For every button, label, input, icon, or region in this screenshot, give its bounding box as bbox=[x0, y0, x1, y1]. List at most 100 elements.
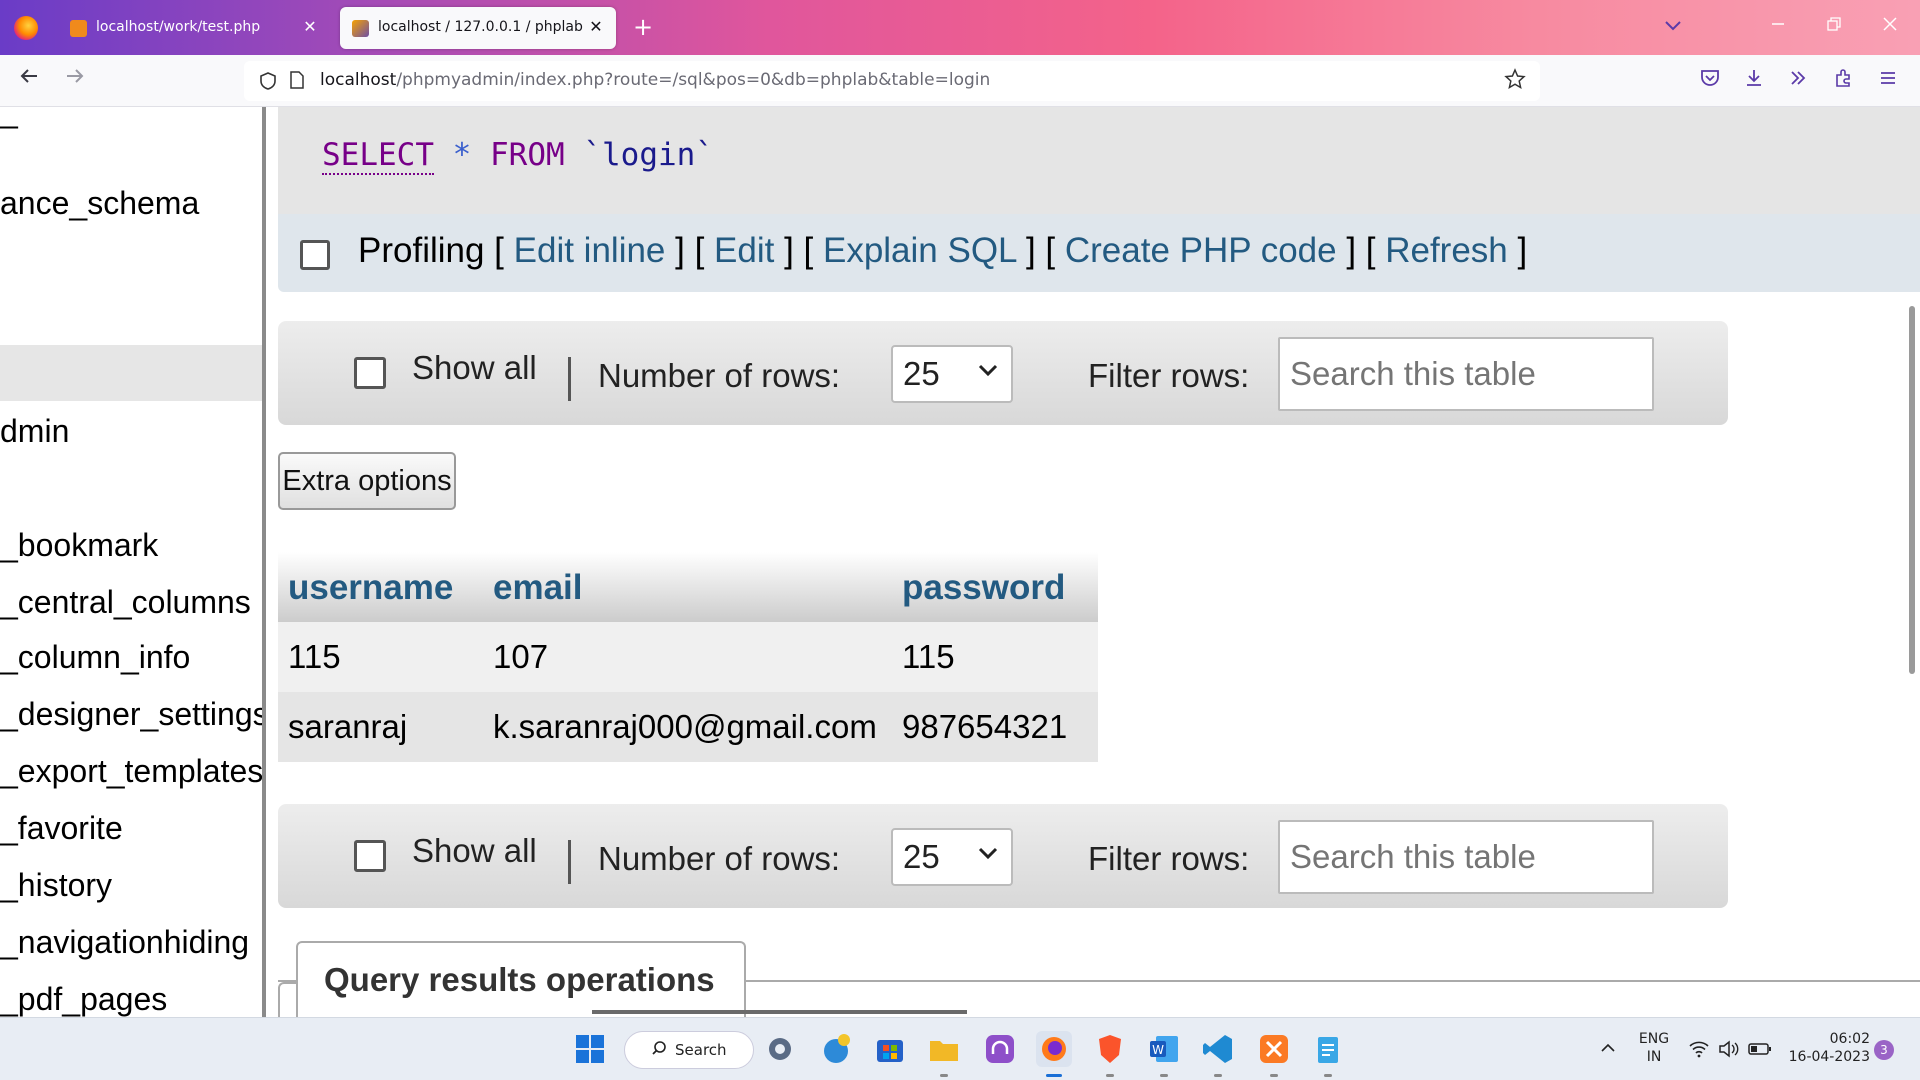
headphones-app-icon[interactable] bbox=[982, 1031, 1018, 1067]
profiling-checkbox[interactable] bbox=[300, 240, 330, 270]
table-row[interactable]: saranraj k.saranraj000@gmail.com 9876543… bbox=[278, 692, 1098, 762]
minimize-icon[interactable] bbox=[1756, 10, 1800, 44]
language-indicator[interactable]: ENG IN bbox=[1634, 1030, 1674, 1066]
volume-icon[interactable] bbox=[1718, 1040, 1740, 1062]
cell-username[interactable]: 115 bbox=[288, 638, 341, 676]
microsoft-store-icon[interactable] bbox=[872, 1031, 908, 1067]
sql-keyword-from: FROM bbox=[490, 137, 565, 173]
notepad-icon[interactable] bbox=[1310, 1031, 1346, 1077]
tree-item-pma-navigationhiding[interactable]: _navigationhiding bbox=[0, 924, 249, 961]
tab-phpmyadmin[interactable]: localhost / 127.0.0.1 / phplab / login |… bbox=[340, 7, 616, 49]
extra-options-button[interactable]: Extra options bbox=[278, 452, 456, 510]
chevron-down-icon bbox=[975, 357, 1001, 390]
filter-rows-input[interactable] bbox=[1278, 820, 1654, 894]
close-tab-icon[interactable]: ✕ bbox=[300, 17, 320, 37]
column-header-username[interactable]: username bbox=[288, 568, 453, 608]
more-tools-chevron-icon[interactable] bbox=[1784, 67, 1812, 95]
pocket-icon[interactable] bbox=[1696, 67, 1724, 95]
tab-title: localhost / 127.0.0.1 / phplab / login |… bbox=[378, 19, 583, 35]
show-all-checkbox[interactable] bbox=[354, 357, 386, 389]
search-icon bbox=[651, 1040, 667, 1061]
explain-sql-link[interactable]: Explain SQL bbox=[823, 231, 1016, 270]
close-window-icon[interactable] bbox=[1868, 10, 1912, 44]
settings-gear-icon[interactable] bbox=[762, 1031, 798, 1067]
list-all-tabs-icon[interactable] bbox=[1660, 14, 1686, 40]
tree-item-pma-export-templates[interactable]: _export_templates bbox=[0, 753, 262, 790]
sql-query-links-bar: Profiling [ Edit inline ] [ Edit ] [ Exp… bbox=[278, 214, 1920, 292]
show-hidden-icons-chevron-icon[interactable] bbox=[1598, 1038, 1618, 1062]
vscode-icon[interactable] bbox=[1200, 1031, 1236, 1077]
number-of-rows-label: Number of rows: bbox=[598, 840, 841, 877]
cell-username[interactable]: saranraj bbox=[288, 708, 407, 746]
close-tab-icon[interactable]: ✕ bbox=[586, 17, 606, 37]
cell-email[interactable]: 107 bbox=[493, 638, 548, 676]
windows-start-icon[interactable] bbox=[572, 1031, 608, 1067]
tree-item[interactable]: _ bbox=[0, 107, 18, 130]
tree-item-pma-pdf-pages[interactable]: _pdf_pages bbox=[0, 981, 167, 1017]
taskbar-search-box[interactable]: Search bbox=[624, 1031, 754, 1069]
sql-query-text[interactable]: SELECT * FROM `login` bbox=[322, 137, 714, 175]
column-header-password[interactable]: password bbox=[902, 568, 1065, 608]
cell-email[interactable]: k.saranraj000@gmail.com bbox=[493, 708, 877, 746]
vertical-scrollbar[interactable] bbox=[1909, 306, 1915, 674]
edit-link[interactable]: Edit bbox=[714, 231, 774, 270]
tree-item-performance-schema[interactable]: ance_schema bbox=[0, 185, 199, 222]
firefox-view-button[interactable] bbox=[0, 0, 52, 55]
file-explorer-icon[interactable] bbox=[926, 1031, 962, 1077]
create-php-code-link[interactable]: Create PHP code bbox=[1065, 231, 1337, 270]
number-of-rows-select[interactable]: 25 bbox=[891, 345, 1013, 403]
edge-browser-icon[interactable] bbox=[818, 1031, 854, 1067]
tree-item-pma-column-info[interactable]: _column_info bbox=[0, 639, 190, 676]
language-code: ENG bbox=[1638, 1031, 1670, 1047]
tab-test-php[interactable]: localhost/work/test.php ✕ bbox=[58, 7, 330, 49]
tree-item-pma-designer-settings[interactable]: _designer_settings bbox=[0, 696, 262, 733]
extensions-icon[interactable] bbox=[1830, 67, 1858, 95]
page-info-icon[interactable] bbox=[288, 70, 306, 95]
svg-text:W: W bbox=[1152, 1043, 1164, 1057]
battery-icon[interactable] bbox=[1748, 1041, 1772, 1061]
horizontal-scrollbar[interactable] bbox=[592, 1010, 967, 1014]
forward-arrow-icon[interactable] bbox=[58, 64, 92, 98]
table-navigation-top: Show all Number of rows: 25 Filter rows: bbox=[278, 321, 1728, 425]
tree-item-pma-bookmark[interactable]: _bookmark bbox=[0, 527, 158, 564]
back-arrow-icon[interactable] bbox=[12, 64, 46, 98]
word-icon[interactable]: W bbox=[1146, 1031, 1182, 1077]
url-text[interactable]: localhost/phpmyadmin/index.php?route=/sq… bbox=[320, 70, 990, 90]
number-of-rows-select[interactable]: 25 bbox=[891, 828, 1013, 886]
cell-password[interactable]: 987654321 bbox=[902, 708, 1067, 746]
table-row[interactable]: 115 107 115 bbox=[278, 622, 1098, 692]
show-all-label[interactable]: Show all bbox=[412, 832, 537, 870]
tree-item-phpmyadmin[interactable]: dmin bbox=[0, 413, 69, 450]
tree-item-pma-central-columns[interactable]: _central_columns bbox=[0, 584, 251, 621]
browser-navigation-bar: localhost/phpmyadmin/index.php?route=/sq… bbox=[0, 55, 1920, 107]
firefox-taskbar-icon[interactable] bbox=[1036, 1031, 1072, 1077]
restore-icon[interactable] bbox=[1812, 10, 1856, 44]
shield-icon[interactable] bbox=[258, 71, 278, 96]
sql-keyword-select[interactable]: SELECT bbox=[322, 137, 434, 175]
fieldset-corner bbox=[278, 982, 298, 1017]
clock[interactable]: 06:02 16-04-2023 bbox=[1782, 1030, 1870, 1066]
refresh-link[interactable]: Refresh bbox=[1385, 231, 1508, 270]
new-tab-button[interactable]: + bbox=[630, 14, 656, 40]
bookmark-star-icon[interactable] bbox=[1504, 68, 1526, 96]
edit-inline-link[interactable]: Edit inline bbox=[514, 231, 666, 270]
browser-tab-bar: localhost/work/test.php ✕ localhost / 12… bbox=[0, 0, 1920, 55]
phpmyadmin-favicon-icon bbox=[352, 20, 369, 37]
notification-badge[interactable]: 3 bbox=[1874, 1040, 1894, 1060]
show-all-label[interactable]: Show all bbox=[412, 349, 537, 387]
cell-password[interactable]: 115 bbox=[902, 638, 955, 676]
tree-item-pma-favorite[interactable]: _favorite bbox=[0, 810, 123, 847]
hamburger-menu-icon[interactable] bbox=[1874, 67, 1902, 95]
rows-selected-value: 25 bbox=[903, 838, 940, 875]
filter-rows-input[interactable] bbox=[1278, 337, 1654, 411]
downloads-icon[interactable] bbox=[1740, 67, 1768, 95]
separator bbox=[568, 840, 571, 884]
show-all-checkbox[interactable] bbox=[354, 840, 386, 872]
address-bar[interactable]: localhost/phpmyadmin/index.php?route=/sq… bbox=[244, 61, 1540, 101]
tree-item-pma-history[interactable]: _history bbox=[0, 867, 112, 904]
profiling-label: Profiling bbox=[358, 231, 485, 270]
brave-browser-icon[interactable] bbox=[1092, 1031, 1128, 1077]
column-header-email[interactable]: email bbox=[493, 568, 583, 608]
xampp-icon[interactable] bbox=[1256, 1031, 1292, 1077]
wifi-icon[interactable] bbox=[1688, 1040, 1710, 1062]
